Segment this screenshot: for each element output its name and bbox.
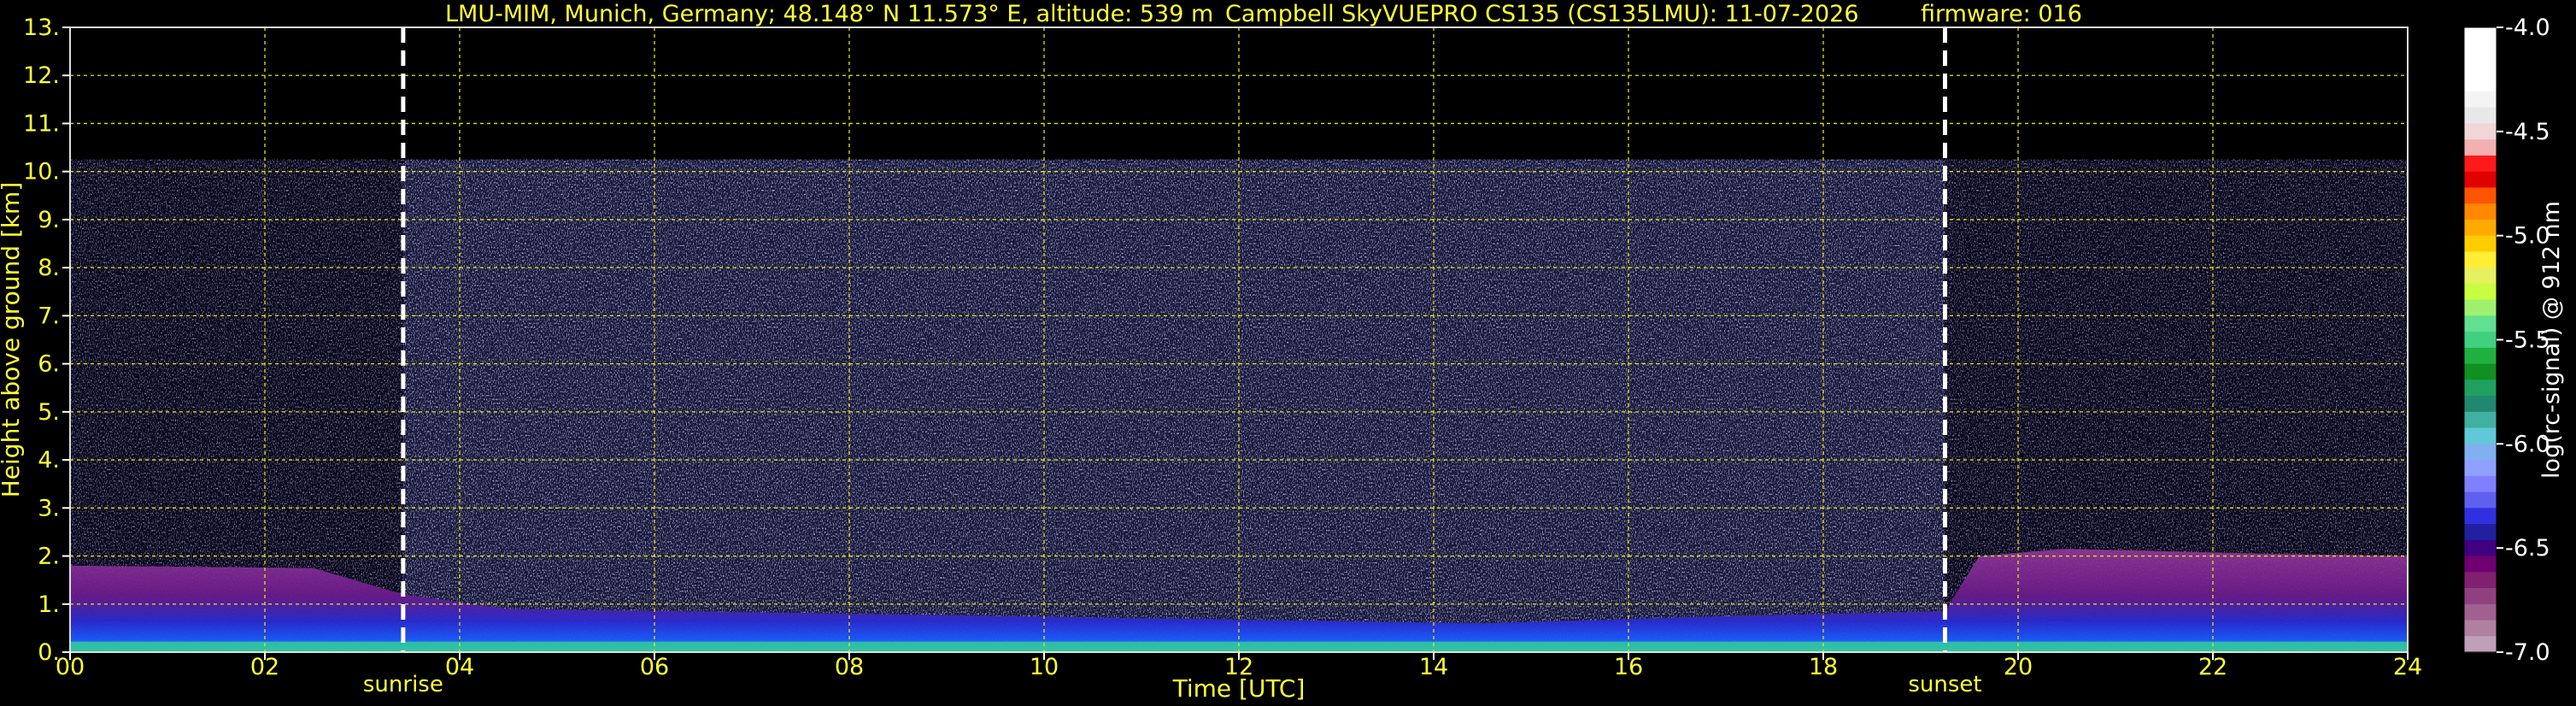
colorbar-swatch: [2464, 75, 2497, 92]
colorbar-swatch: [2464, 396, 2497, 413]
y-tick-label: 8.: [38, 255, 60, 281]
colorbar-swatch: [2464, 411, 2497, 429]
colorbar-swatch: [2464, 43, 2497, 61]
colorbar-swatch: [2464, 603, 2497, 621]
y-tick-label: 13.: [23, 15, 60, 41]
y-tick-label: 12.: [23, 62, 60, 89]
y-tick-label: 6.: [38, 351, 60, 378]
sunset-label: sunset: [1908, 672, 1981, 697]
x-tick-label: 20: [2004, 654, 2033, 680]
x-axis-label: Time [UTC]: [1172, 674, 1306, 703]
colorbar-swatch: [2464, 572, 2497, 589]
x-tick-label: 16: [1614, 654, 1643, 680]
title-location: LMU-MIM, Munich, Germany; 48.148° N 11.5…: [445, 1, 1213, 27]
colorbar-label: log(rc-signal) @ 912 nm: [2538, 201, 2565, 479]
x-tick-label: 06: [640, 654, 669, 680]
sunrise-label: sunrise: [363, 672, 443, 697]
colorbar-swatch: [2464, 187, 2497, 204]
colorbar-swatch: [2464, 379, 2497, 397]
colorbar-tick-label: -6.5: [2505, 535, 2550, 562]
colorbar-swatch: [2464, 556, 2497, 573]
x-tick-label: 14: [1419, 654, 1448, 680]
colorbar-swatch: [2464, 363, 2497, 380]
colorbar-swatch: [2464, 524, 2497, 541]
y-tick-label: 9.: [38, 207, 60, 233]
x-tick-label: 04: [445, 654, 474, 680]
colorbar-swatch: [2464, 139, 2497, 156]
colorbar-swatch: [2464, 268, 2497, 285]
colorbar-swatch: [2464, 235, 2497, 253]
y-tick-label: 7.: [38, 303, 60, 329]
colorbar-swatch: [2464, 475, 2497, 493]
y-tick-label: 5.: [38, 399, 60, 426]
daytime-texture: [402, 159, 1945, 652]
colorbar-swatch: [2464, 283, 2497, 301]
y-tick-label: 0.: [38, 639, 60, 666]
title-block: LMU-MIM, Munich, Germany; 48.148° N 11.5…: [445, 1, 2082, 27]
colorbar-swatch: [2464, 588, 2497, 605]
title-firmware: firmware: 016: [1921, 1, 2082, 27]
colorbar-swatch: [2464, 27, 2497, 44]
colorbar-swatch: [2464, 444, 2497, 461]
colorbar-swatch: [2464, 620, 2497, 637]
colorbar-swatch: [2464, 91, 2497, 109]
colorbar-swatch: [2464, 171, 2497, 189]
colorbar-swatch: [2464, 107, 2497, 125]
x-tick-label: 18: [1809, 654, 1838, 680]
y-tick-label: 1.: [38, 591, 60, 618]
colorbar-tick-label: -7.0: [2505, 639, 2550, 666]
colorbar-tick-label: -4.0: [2505, 15, 2550, 41]
colorbar-swatch: [2464, 636, 2497, 653]
colorbar-swatch: [2464, 460, 2497, 477]
y-axis-label: Height above ground [km]: [0, 182, 25, 498]
colorbar-tick-label: -4.5: [2505, 119, 2550, 145]
colorbar-swatch: [2464, 427, 2497, 444]
x-tick-label: 02: [250, 654, 279, 680]
colorbar-swatch: [2464, 491, 2497, 509]
colorbar-swatch: [2464, 59, 2497, 76]
y-tick-label: 2.: [38, 544, 60, 570]
colorbar-swatch: [2464, 508, 2497, 525]
colorbar-swatch: [2464, 251, 2497, 268]
colorbar-swatch: [2464, 315, 2497, 332]
colorbar-swatch: [2464, 539, 2497, 557]
y-tick-label: 3.: [38, 495, 60, 521]
title-instrument: Campbell SkyVUEPRO CS135 (CS135LMU): 11-…: [1225, 1, 1859, 27]
x-tick-label: 22: [2198, 654, 2227, 680]
colorbar-swatch: [2464, 123, 2497, 140]
y-tick-label: 4.: [38, 447, 60, 474]
x-tick-label: 24: [2393, 654, 2422, 680]
colorbar-swatch: [2464, 299, 2497, 316]
colorbar-swatch: [2464, 219, 2497, 237]
y-tick-label: 10.: [23, 159, 60, 185]
y-tick-label: 11.: [23, 110, 60, 137]
ceilometer-plot: sunrise sunset 00 02 04 06 08 10 12 14 16 18 20 22 24…: [0, 1, 2565, 703]
y-axis: 0. 1. 2. 3. 4. 5. 6. 7. 8. 9. 10. 11. 12. 13. Height a…: [0, 15, 70, 666]
colorbar-swatch: [2464, 203, 2497, 221]
colorbar: -4.0-4.5-5.0-5.5-6.0-6.5-7.0log(rc-signa…: [2463, 15, 2565, 666]
x-tick-label: 10: [1030, 654, 1059, 680]
colorbar-swatch: [2464, 155, 2497, 173]
x-tick-label: 08: [835, 654, 864, 680]
colorbar-swatch: [2464, 332, 2497, 349]
colorbar-swatch: [2464, 347, 2497, 365]
